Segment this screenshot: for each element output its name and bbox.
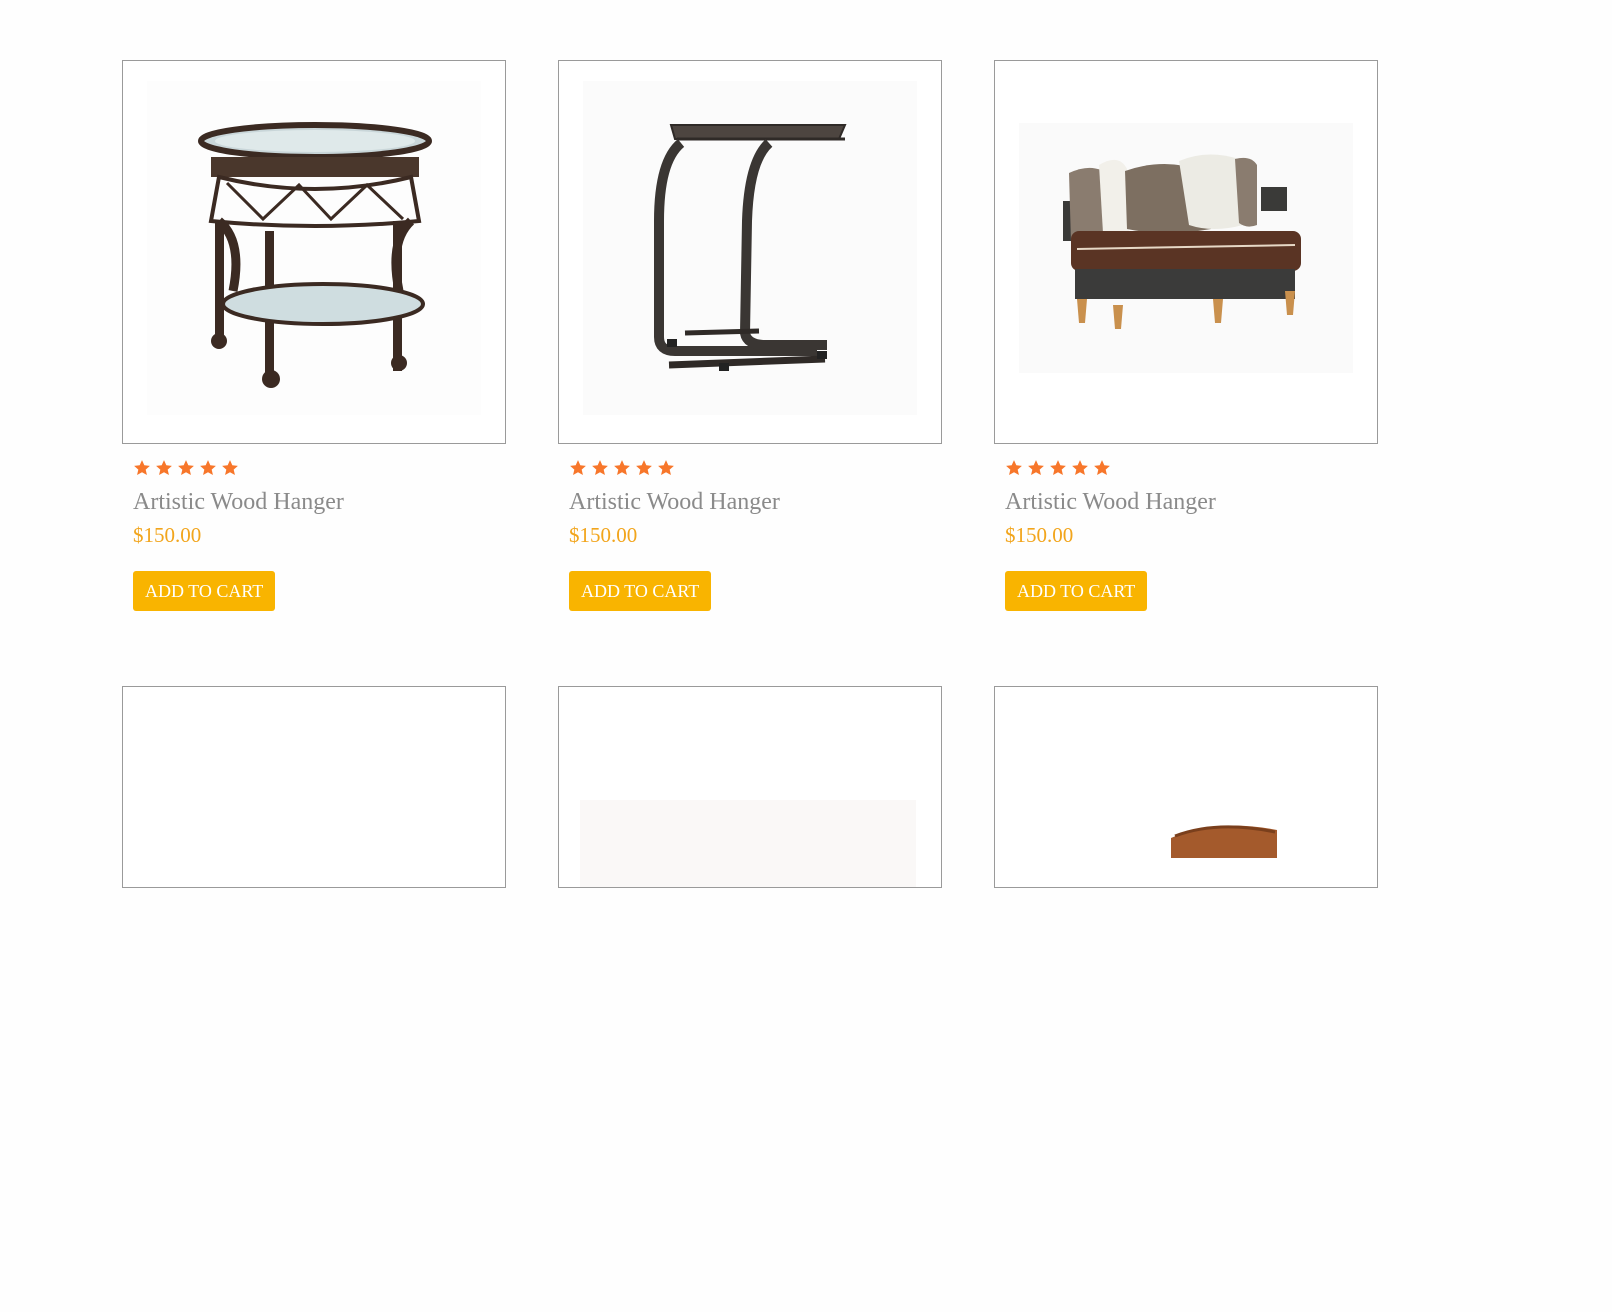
- star-icon: [1049, 459, 1067, 477]
- product-card: [994, 686, 1378, 1312]
- star-icon: [177, 459, 195, 477]
- add-to-cart-button[interactable]: ADD TO CART: [1005, 571, 1148, 611]
- blank-product-image: [123, 778, 505, 887]
- product-card: Artistic Wood Hanger $150.00 ADD TO CART: [122, 60, 506, 686]
- product-title[interactable]: Artistic Wood Hanger: [569, 487, 942, 517]
- star-icon: [635, 459, 653, 477]
- star-icon: [591, 459, 609, 477]
- star-icon: [1093, 459, 1111, 477]
- add-to-cart-button[interactable]: ADD TO CART: [133, 571, 276, 611]
- product-title[interactable]: Artistic Wood Hanger: [1005, 487, 1378, 517]
- product-price: $150.00: [1005, 523, 1074, 547]
- sofa-with-pillows-image: [1019, 123, 1353, 373]
- star-icon: [155, 459, 173, 477]
- product-image-light[interactable]: [558, 686, 942, 888]
- star-icon: [1071, 459, 1089, 477]
- product-meta: Artistic Wood Hanger $150.00 ADD TO CART: [122, 444, 506, 611]
- product-card: [558, 686, 942, 1312]
- star-icon: [133, 459, 151, 477]
- add-to-cart-button[interactable]: ADD TO CART: [569, 571, 712, 611]
- product-title[interactable]: Artistic Wood Hanger: [133, 487, 506, 517]
- product-card: Artistic Wood Hanger $150.00 ADD TO CART: [994, 60, 1378, 686]
- product-card: [122, 686, 506, 1312]
- light-product-image: [559, 778, 941, 887]
- star-icon: [221, 459, 239, 477]
- star-icon: [657, 459, 675, 477]
- star-icon: [199, 459, 217, 477]
- product-meta: Artistic Wood Hanger $150.00 ADD TO CART: [558, 444, 942, 611]
- rating-stars: [1005, 458, 1378, 478]
- product-price: $150.00: [569, 523, 638, 547]
- wicker-chair-image: [995, 778, 1377, 887]
- rating-stars: [133, 458, 506, 478]
- star-icon: [1027, 459, 1045, 477]
- star-icon: [1005, 459, 1023, 477]
- rating-stars: [569, 458, 942, 478]
- product-image-sofa[interactable]: [994, 60, 1378, 444]
- star-icon: [569, 459, 587, 477]
- product-image-wicker-chair[interactable]: [994, 686, 1378, 888]
- product-image-c-table[interactable]: [558, 60, 942, 444]
- product-image-wicker-table[interactable]: [122, 60, 506, 444]
- product-image-blank[interactable]: [122, 686, 506, 888]
- wicker-side-table-image: [147, 81, 481, 415]
- product-grid: Artistic Wood Hanger $150.00 ADD TO CART: [122, 60, 1378, 1312]
- star-icon: [613, 459, 631, 477]
- product-price: $150.00: [133, 523, 202, 547]
- c-shaped-side-table-image: [583, 81, 917, 415]
- product-meta: Artistic Wood Hanger $150.00 ADD TO CART: [994, 444, 1378, 611]
- product-card: Artistic Wood Hanger $150.00 ADD TO CART: [558, 60, 942, 686]
